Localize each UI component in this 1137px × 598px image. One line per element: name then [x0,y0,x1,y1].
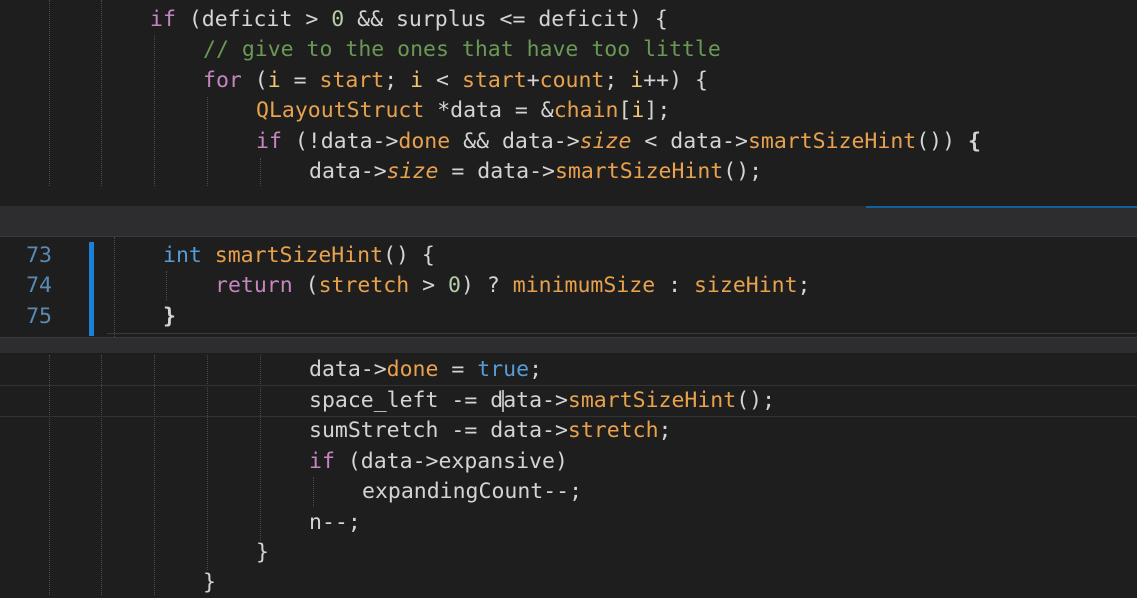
code-line[interactable]: if (!data->done && data->size < data->sm… [0,127,1137,157]
code-line[interactable]: QLayoutStruct *data = &chain[i]; [0,96,1137,126]
code-line[interactable]: for (i = start; i < start+count; i++) { [0,66,1137,96]
code-line[interactable]: } [0,538,1137,568]
code-line[interactable]: return (stretch > 0) ? minimumSize : siz… [0,271,1137,301]
peek-divider [107,333,1137,334]
code-line[interactable]: if (data->expansive) [0,447,1137,477]
peek-code[interactable]: 73 74 75 int smartSizeHint() { return (s… [0,237,1137,337]
code-line[interactable]: data->size = data->smartSizeHint(); [0,157,1137,187]
code-line[interactable]: n--; [0,508,1137,538]
code-line[interactable]: if (deficit > 0 && surplus <= deficit) { [0,5,1137,35]
code-line-current[interactable]: space_left -= data->smartSizeHint(); [0,386,1137,416]
code-line[interactable]: int smartSizeHint() { [0,241,1137,271]
code-comment[interactable]: // give to the ones that have too little [0,35,1137,65]
code-line[interactable]: sumStretch -= data->stretch; [0,416,1137,446]
code-line[interactable]: } [0,302,1137,332]
peek-footer [0,337,1137,353]
peek-definition-widget[interactable]: 73 74 75 int smartSizeHint() { return (s… [0,206,1137,353]
code-line[interactable]: data->done = true; [0,355,1137,385]
peek-accent [866,206,1137,208]
code-line[interactable]: } [0,568,1137,598]
peek-header [0,206,1137,237]
code-line[interactable]: expandingCount--; [0,477,1137,507]
